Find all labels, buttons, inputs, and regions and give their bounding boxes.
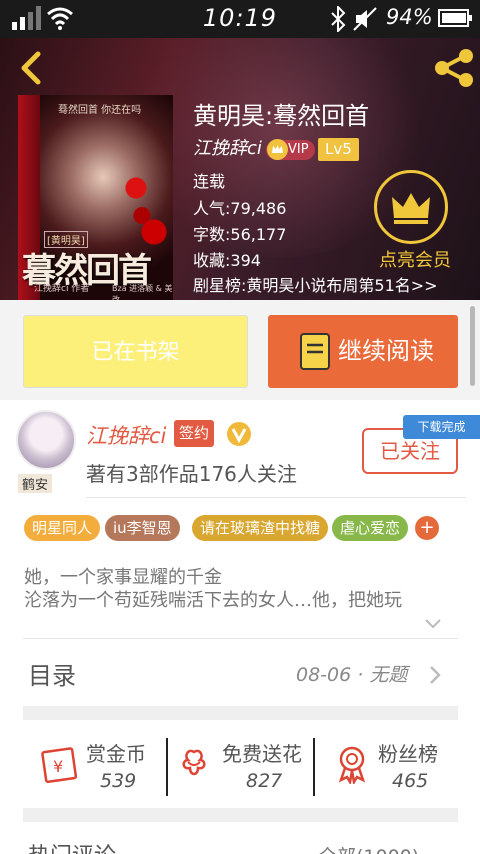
latest-chapter[interactable]: 08-06 · 无题: [296, 660, 407, 687]
send-flowers[interactable]: 免费送花 827: [168, 730, 313, 800]
battery-percent: 94%: [386, 5, 433, 29]
share-icon[interactable]: [432, 46, 476, 90]
stats-divider: [166, 738, 168, 796]
download-complete-badge: 下载完成: [403, 415, 480, 439]
cover-credits: Bza 进洛颖 & 美改: [112, 284, 173, 300]
tag-chip[interactable]: iu李智恩: [105, 515, 180, 541]
continue-reading-button[interactable]: 继续阅读: [268, 315, 458, 388]
verified-icon: [227, 422, 251, 446]
reward-title: 赏金币: [86, 742, 146, 766]
vip-crown-icon: [267, 139, 288, 160]
status-bar: 10:19 94%: [0, 0, 480, 38]
stats-row: ¥ 赏金币 539 免费送花 827 粉丝榜 465: [0, 730, 480, 800]
favorite-count: 收藏:394: [193, 251, 261, 270]
back-arrow-icon[interactable]: [14, 48, 48, 88]
author-name[interactable]: 江挽辞ci: [86, 420, 166, 450]
expand-chevron-icon[interactable]: [424, 618, 442, 630]
reward-value: 539: [100, 770, 137, 792]
book-icon: [300, 333, 330, 370]
flowers-title: 免费送花: [222, 742, 302, 766]
stats-divider: [313, 738, 315, 796]
section-gap: [23, 808, 458, 822]
continue-reading-label: 继续阅读: [338, 337, 434, 365]
level-badge: Lv5: [318, 138, 359, 161]
flower-icon: [182, 749, 206, 776]
crown-icon: [392, 193, 430, 224]
avatar-tag: 鹤安: [18, 474, 53, 493]
bluetooth-icon: [331, 6, 346, 32]
fans-value: 465: [392, 770, 429, 792]
fans-ranking[interactable]: 粉丝榜 465: [316, 730, 480, 800]
word-count: 字数:56,177: [193, 225, 287, 244]
svg-text:¥: ¥: [53, 757, 63, 776]
book-description[interactable]: 她，一个家事显耀的千金 沦落为一个苟延残喘活下去的女人…他，把她玩: [24, 566, 464, 616]
battery-icon: [438, 9, 472, 27]
tag-chip[interactable]: 明星同人: [24, 515, 101, 541]
popularity: 人气:79,486: [193, 199, 287, 218]
reward-coins[interactable]: ¥ 赏金币 539: [0, 730, 165, 800]
reward-envelope-icon: ¥: [41, 747, 78, 784]
action-bar: 已在书架 继续阅读: [0, 300, 480, 400]
vip-badge: VIP: [266, 139, 315, 160]
description-line-1: 她，一个家事显耀的千金: [24, 567, 222, 588]
flowers-value: 827: [246, 770, 283, 792]
cover-author: 江挽辞ci 作者: [34, 284, 90, 294]
more-tags-button[interactable]: +: [415, 516, 439, 540]
scrollbar[interactable]: [470, 306, 475, 386]
book-author[interactable]: 江挽辞ci: [193, 134, 262, 160]
section-gap: [23, 706, 458, 720]
author-works: 著有3部作品176人关注: [86, 462, 297, 486]
vip-label: VIP: [288, 142, 309, 157]
serial-status: 连载: [193, 172, 226, 191]
cover-top-text: 蓦然回首 你还在吗: [58, 105, 142, 116]
all-comments-link[interactable]: 全部(1000): [318, 842, 419, 854]
divider: [86, 497, 466, 498]
author-avatar[interactable]: [16, 410, 76, 470]
ranking-link[interactable]: 剧星榜:黄明昊小说布周第51名>>: [193, 272, 438, 296]
mute-icon: [353, 7, 377, 31]
toc-label[interactable]: 目录: [28, 656, 76, 691]
on-shelf-button[interactable]: 已在书架: [23, 315, 248, 388]
description-line-2: 沦落为一个苟延残喘活下去的女人…他，把她玩: [24, 590, 402, 611]
member-label[interactable]: 点亮会员: [379, 246, 451, 272]
chevron-right-icon[interactable]: [428, 664, 442, 686]
hot-comments-title: 热门评论: [28, 838, 116, 854]
medal-icon: [338, 746, 366, 784]
fans-title: 粉丝榜: [378, 742, 438, 766]
member-button[interactable]: [374, 170, 448, 244]
signed-badge: 签约: [174, 420, 215, 447]
divider: [23, 638, 458, 639]
tag-chip[interactable]: 请在玻璃渣中找糖: [192, 515, 329, 541]
book-title: 黄明昊:蓦然回首: [193, 102, 370, 130]
tag-chip[interactable]: 虐心爱恋: [332, 515, 409, 541]
book-cover[interactable]: 蓦然回首 你还在吗 [黄明昊] 暮然回首 江挽辞ci 作者 Bza 进洛颖 & …: [18, 95, 173, 300]
